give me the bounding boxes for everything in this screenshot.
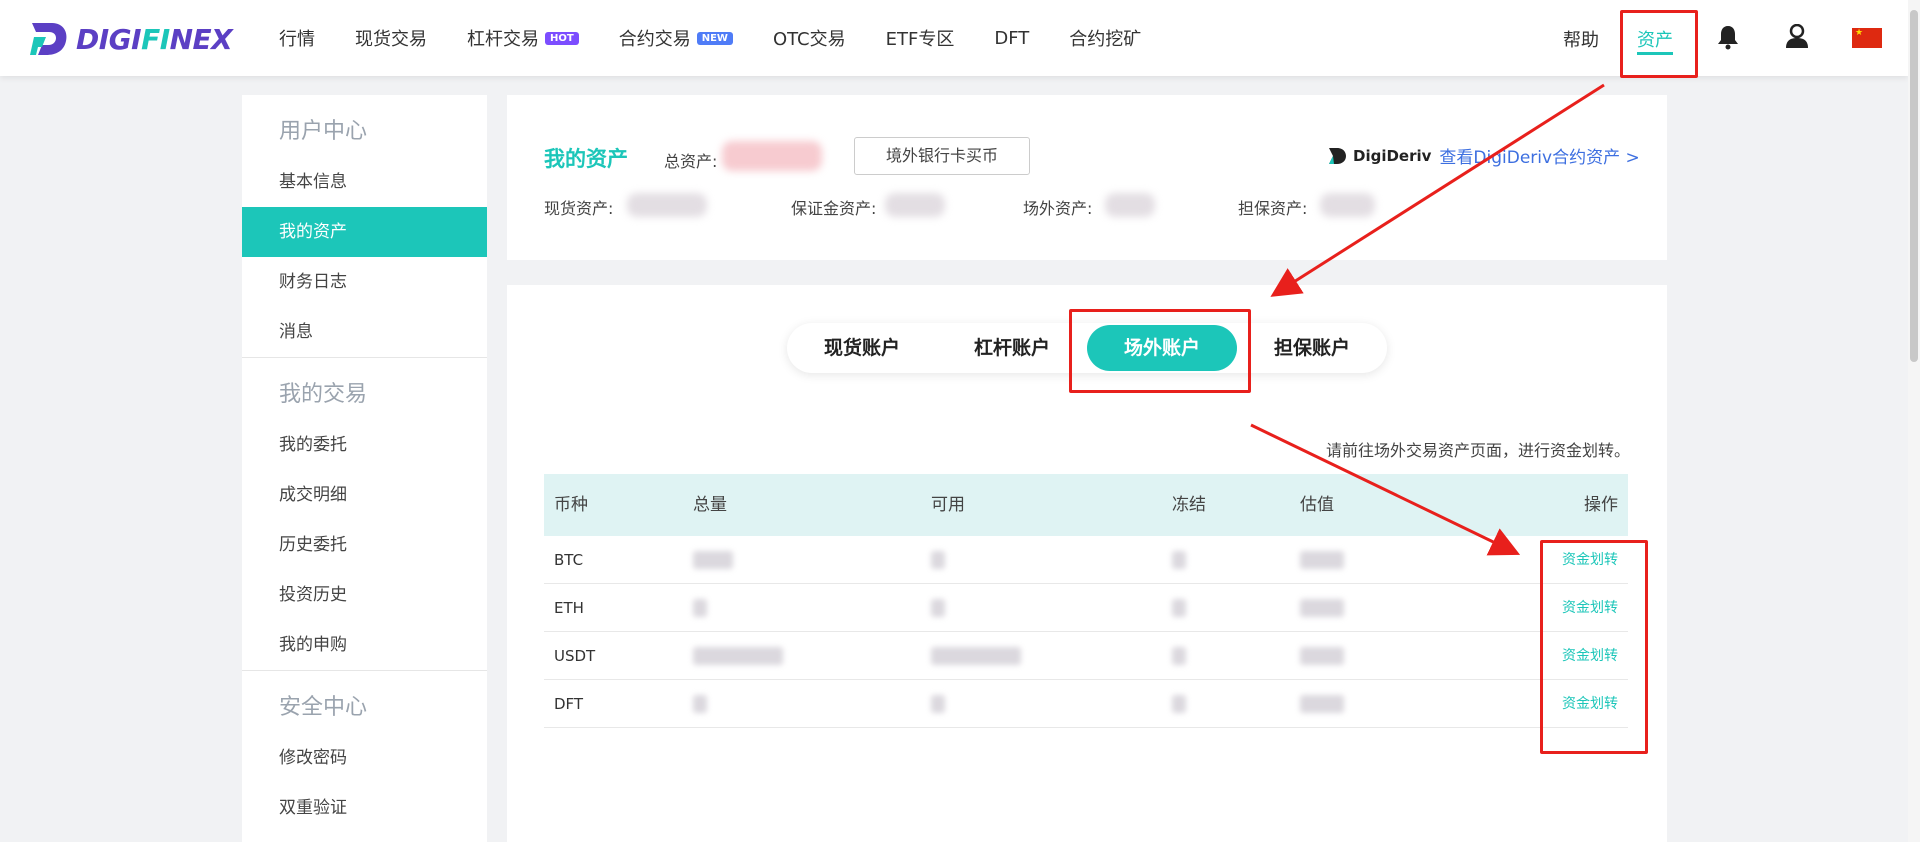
digideriv-link[interactable]: DigiDeriv 查看DigiDeriv合约资产 > (1326, 143, 1640, 168)
frozen-blurred (1172, 695, 1186, 713)
annotation-box-otc-tab (1069, 309, 1251, 393)
section-security-center: 安全中心 (279, 695, 368, 720)
table-row: ETH 资金划转 (544, 584, 1628, 632)
valuation-blurred (1300, 599, 1344, 617)
digideriv-name: DigiDeriv (1353, 146, 1432, 165)
section-my-trades: 我的交易 (279, 382, 368, 407)
table-row: USDT 资金划转 (544, 632, 1628, 680)
tab-guarantee-account[interactable]: 担保账户 (1237, 323, 1387, 373)
col-total: 总量 (693, 495, 727, 515)
otc-assets-value-blurred (1105, 193, 1155, 217)
spot-assets-value-blurred (627, 193, 707, 217)
sidebar-item-finance-log[interactable]: 财务日志 (242, 257, 487, 307)
annotation-box-transfer-links (1540, 540, 1648, 754)
nav-margin-trading[interactable]: 杠杆交易 HOT (467, 25, 579, 51)
new-badge: NEW (696, 32, 733, 45)
sidebar-item-order-history[interactable]: 历史委托 (242, 520, 487, 570)
overseas-bank-card-buy-button[interactable]: 境外银行卡买币 (854, 137, 1030, 175)
available-blurred (931, 599, 945, 617)
col-actions: 操作 (1584, 495, 1618, 515)
total-blurred (693, 695, 707, 713)
table-row: DFT 资金划转 (544, 680, 1628, 728)
total-blurred (693, 599, 707, 617)
nav-market[interactable]: 行情 (279, 25, 315, 51)
sidebar-item-basic-info[interactable]: 基本信息 (242, 157, 487, 207)
view-digideriv-assets-link[interactable]: 查看DigiDeriv合约资产 > (1439, 143, 1639, 168)
annotation-box-assets (1620, 10, 1698, 78)
coin-name: ETH (554, 599, 584, 617)
china-flag-icon[interactable]: ★ (1852, 28, 1882, 48)
spot-assets-label: 现货资产: (544, 199, 614, 218)
nav-contract-trading[interactable]: 合约交易 NEW (619, 25, 733, 51)
page-title: 我的资产 (544, 147, 628, 171)
guarantee-assets-value-blurred (1320, 193, 1375, 217)
digifinex-logo-icon (30, 23, 67, 55)
otc-assets-label: 场外资产: (1023, 199, 1093, 218)
sidebar-item-investment-history[interactable]: 投资历史 (242, 570, 487, 620)
nav-etf-zone[interactable]: ETF专区 (886, 25, 955, 51)
help-link[interactable]: 帮助 (1563, 26, 1599, 52)
sidebar-item-my-assets[interactable]: 我的资产 (242, 207, 487, 257)
col-frozen: 冻结 (1172, 495, 1206, 515)
total-assets-value-blurred (722, 141, 822, 171)
nav-contract-mining[interactable]: 合约挖矿 (1069, 25, 1141, 51)
table-row: BTC 资金划转 (544, 536, 1628, 584)
frozen-blurred (1172, 551, 1186, 569)
coin-name: USDT (554, 647, 596, 665)
table-header: 币种 总量 可用 冻结 估值 操作 (544, 474, 1628, 536)
transfer-notice: 请前往场外交易资产页面，进行资金划转。 (1325, 441, 1630, 460)
sidebar-item-my-orders[interactable]: 我的委托 (242, 420, 487, 470)
sidebar-item-my-subscriptions[interactable]: 我的申购 (242, 620, 487, 670)
valuation-blurred (1300, 695, 1344, 713)
assets-table: 币种 总量 可用 冻结 估值 操作 BTC 资金划转 ETH 资金划转 USDT (544, 474, 1628, 728)
nav-dft[interactable]: DFT (994, 28, 1029, 49)
scrollbar-thumb[interactable] (1910, 10, 1918, 362)
digifinex-logo[interactable]: DIGIFINEX (28, 19, 233, 59)
valuation-blurred (1300, 647, 1344, 665)
asset-summary-card: 我的资产 总资产: 境外银行卡买币 DigiDeriv 查看DigiDeriv合… (507, 95, 1667, 260)
available-blurred (931, 551, 945, 569)
coin-name: BTC (554, 551, 584, 569)
col-available: 可用 (931, 495, 965, 515)
section-user-center: 用户中心 (279, 119, 368, 144)
total-blurred (693, 551, 733, 569)
main-nav: 行情 现货交易 杠杆交易 HOT 合约交易 NEW OTC交易 ETF专区 DFT … (279, 0, 1181, 76)
col-coin: 币种 (554, 495, 588, 515)
nav-otc-trading[interactable]: OTC交易 (773, 25, 846, 51)
available-blurred (931, 695, 945, 713)
guarantee-assets-label: 担保资产: (1238, 199, 1308, 218)
margin-assets-label: 保证金资产: (791, 199, 877, 218)
sidebar-item-messages[interactable]: 消息 (242, 307, 487, 357)
frozen-blurred (1172, 647, 1186, 665)
available-blurred (931, 647, 1021, 665)
logo-text: DIGIFINEX (76, 22, 233, 56)
total-assets-label: 总资产: (664, 152, 718, 171)
sidebar: 用户中心 基本信息 我的资产 财务日志 消息 我的交易 我的委托 成交明细 历史… (242, 95, 487, 842)
hot-badge: HOT (545, 32, 579, 45)
nav-spot-trading[interactable]: 现货交易 (355, 25, 427, 51)
col-valuation: 估值 (1300, 495, 1334, 515)
sidebar-item-change-password[interactable]: 修改密码 (242, 733, 487, 783)
tab-margin-account[interactable]: 杠杆账户 (937, 323, 1087, 373)
user-icon[interactable] (1785, 24, 1809, 50)
bell-icon[interactable] (1716, 24, 1740, 50)
sidebar-item-two-factor[interactable]: 双重验证 (242, 783, 487, 833)
margin-assets-value-blurred (885, 193, 945, 217)
sidebar-item-trade-details[interactable]: 成交明细 (242, 470, 487, 520)
frozen-blurred (1172, 599, 1186, 617)
digideriv-logo-icon (1329, 147, 1346, 164)
coin-name: DFT (554, 695, 584, 713)
valuation-blurred (1300, 551, 1344, 569)
tab-spot-account[interactable]: 现货账户 (787, 323, 937, 373)
total-blurred (693, 647, 783, 665)
